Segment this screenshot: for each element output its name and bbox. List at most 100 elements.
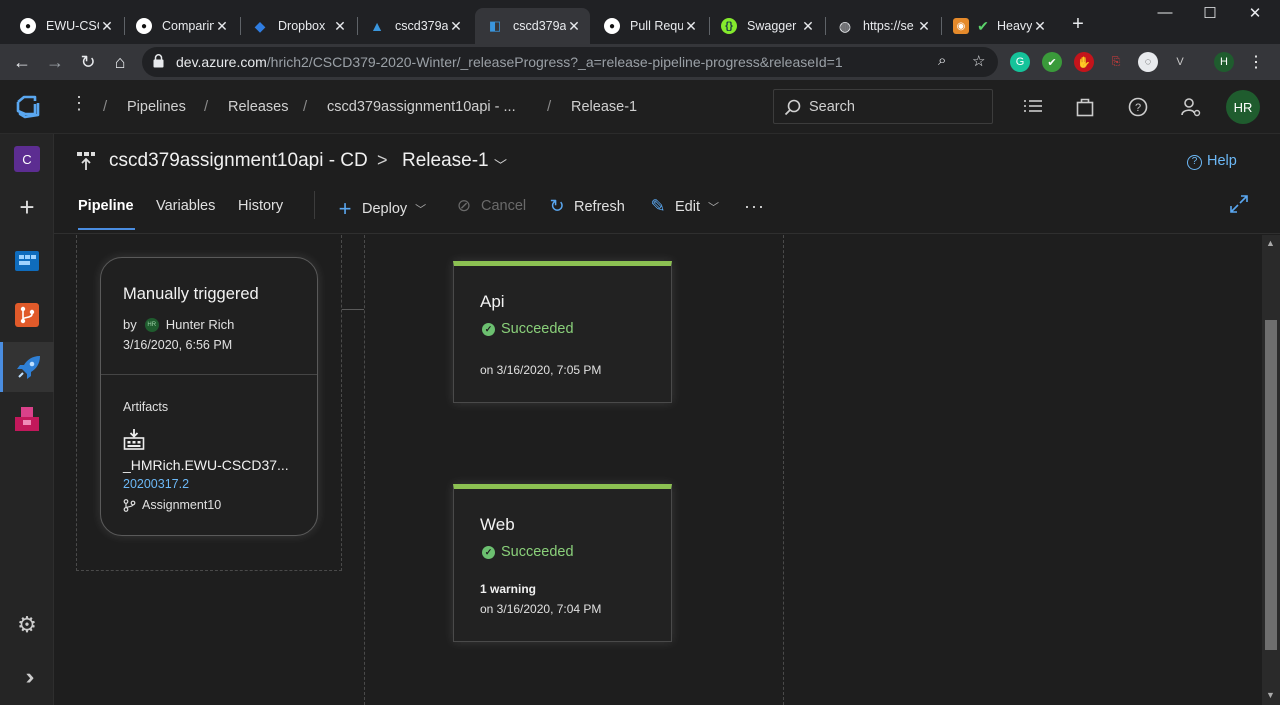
browser-tab[interactable]: ● EWU-CSC ✕ [8,8,123,44]
close-icon[interactable]: ✕ [448,18,464,35]
browser-tab-strip: ● EWU-CSC ✕ ● Comparin ✕ ◆ Dropbox ✕ ▲ c… [0,0,1280,44]
close-icon[interactable]: ✕ [566,18,582,35]
scroll-down-arrow-icon[interactable]: ▼ [1266,690,1275,700]
edit-label: Edit [675,198,700,215]
user-avatar[interactable]: HR [1226,90,1260,124]
stage-status: ✓ Succeeded [482,321,574,337]
reload-button[interactable]: ↻ [76,50,100,74]
trigger-user-name[interactable]: Hunter Rich [166,317,235,332]
tab-title: cscd379a [395,19,448,33]
check-extension-icon[interactable]: ✔ [1042,52,1062,72]
refresh-button[interactable]: ↻ Refresh [548,196,624,217]
browser-tab[interactable]: ▲ cscd379a ✕ [357,8,472,44]
grammarly-icon[interactable]: G [1010,52,1030,72]
nav-repos[interactable] [0,290,54,340]
vue-devtools-icon[interactable]: V [1170,52,1190,72]
browser-tab[interactable]: ● Pull Requ ✕ [592,8,707,44]
project-settings-button[interactable]: ⚙ [0,600,54,650]
user-settings-icon[interactable] [1180,96,1202,118]
breadcrumb-releases[interactable]: Releases [228,99,288,115]
release-name[interactable]: Release-1 [402,150,489,172]
browser-tab[interactable]: ◉ ✔ Heavy ✕ [941,8,1056,44]
stage-card-web[interactable]: Web ✓ Succeeded 1 warning on 3/16/2020, 7… [453,484,672,642]
azure-devops-icon: ◧ [488,18,502,33]
minimize-button[interactable]: — [1150,4,1180,21]
more-actions-icon[interactable]: ⋮ [70,93,88,114]
trigger-date: 3/16/2020, 6:56 PM [123,338,233,352]
url-path: /hrich2/CSCD379-2020-Winter/_releaseProg… [266,54,843,70]
stage-warning[interactable]: 1 warning [480,582,536,596]
close-icon[interactable]: ✕ [99,18,115,35]
vertical-scrollbar[interactable]: ▲ ▼ [1262,235,1280,705]
browser-tab[interactable]: ◆ Dropbox ✕ [240,8,356,44]
close-icon[interactable]: ✕ [214,18,230,35]
close-icon[interactable]: ✕ [800,18,816,35]
browser-tab[interactable]: {} Swagger ✕ [709,8,824,44]
address-bar[interactable]: dev.azure.com/hrich2/CSCD379-2020-Winter… [142,47,998,77]
search-placeholder: Search [809,99,855,115]
window-close-button[interactable]: ✕ [1240,4,1270,22]
stage-date: on 3/16/2020, 7:04 PM [480,602,602,616]
artifact-version-link[interactable]: 20200317.2 [123,477,189,491]
browser-tab-active[interactable]: ◧ cscd379a ✕ [475,8,590,44]
stage-card-api[interactable]: Api ✓ Succeeded on 3/16/2020, 7:05 PM [453,261,672,403]
bookmark-star-icon[interactable]: ☆ [972,52,985,70]
toolbar-divider [314,191,315,219]
pdf-extension-icon[interactable]: ⎘ [1106,52,1126,72]
help-icon[interactable]: ? [1127,96,1149,118]
stages-region-right-border [783,235,784,705]
browser-tab[interactable]: ◍ https://se ✕ [825,8,940,44]
breadcrumb-pipelines[interactable]: Pipelines [127,99,186,115]
release-page-header: cscd379assignment10api - CD > Release-1 … [54,134,1280,234]
close-icon[interactable]: ✕ [916,18,932,35]
full-screen-icon[interactable] [1229,194,1249,214]
new-tab-button[interactable]: + [1067,13,1089,36]
tab-pipeline[interactable]: Pipeline [78,198,134,214]
nav-boards[interactable] [0,236,54,286]
tab-history[interactable]: History [238,198,283,214]
zoom-icon[interactable]: ⌕ [938,52,946,69]
more-commands-button[interactable]: ··· [744,196,765,217]
expand-rail-button[interactable]: ›› [0,652,54,702]
home-button[interactable]: ⌂ [108,50,132,74]
project-switcher[interactable]: C [0,134,54,184]
browser-menu-icon[interactable]: ⋮ [1246,52,1266,72]
chevron-down-icon: ﹀ [415,204,427,216]
task-list-icon[interactable] [1022,96,1044,118]
azure-devops-logo-icon[interactable] [15,94,41,120]
scroll-up-arrow-icon[interactable]: ▲ [1266,238,1275,248]
close-icon[interactable]: ✕ [1032,18,1048,35]
forward-button[interactable]: → [43,50,67,74]
breadcrumb-release[interactable]: Release-1 [571,99,637,115]
trigger-artifact-card[interactable]: Manually triggered by HR Hunter Rich 3/1… [100,257,318,536]
chevron-down-icon[interactable]: ﹀ [494,155,507,174]
pipeline-name[interactable]: cscd379assignment10api - CD [109,150,368,172]
cancel-button[interactable]: ⊘ Cancel [455,196,526,216]
back-button[interactable]: ← [10,50,34,74]
close-icon[interactable]: ✕ [332,18,348,35]
repos-icon [15,303,39,327]
help-link[interactable]: ? Help [1187,153,1237,170]
deploy-button[interactable]: + Deploy ﹀ [336,196,427,222]
nav-artifacts[interactable] [0,394,54,444]
browser-tab[interactable]: ● Comparin ✕ [124,8,238,44]
close-icon[interactable]: ✕ [683,18,699,35]
gear-icon: ⚙ [17,612,37,637]
new-item-button[interactable]: + [0,182,54,232]
extension-icon[interactable]: ◌ [1138,52,1158,72]
breadcrumb-pipeline[interactable]: cscd379assignment10api - ... [327,99,516,115]
nav-pipelines[interactable] [0,342,54,392]
tab-variables[interactable]: Variables [156,198,215,214]
tab-title: EWU-CSC [46,19,99,33]
search-box[interactable]: Search [773,89,993,124]
maximize-button[interactable]: ☐ [1195,4,1225,22]
plus-icon: + [19,191,35,222]
profile-avatar[interactable]: H [1214,52,1234,72]
scroll-thumb[interactable] [1265,320,1277,650]
edit-button[interactable]: ✎ Edit ﹀ [649,196,719,217]
tab-title: Swagger [747,19,797,33]
breadcrumb-separator: / [204,98,209,115]
adblock-icon[interactable]: ✋ [1074,52,1094,72]
boards-icon [15,251,39,271]
marketplace-bag-icon[interactable] [1074,96,1096,118]
